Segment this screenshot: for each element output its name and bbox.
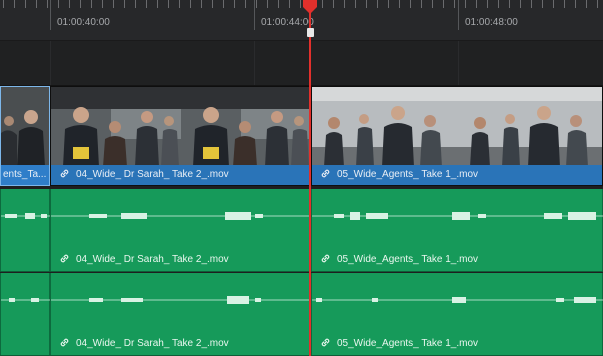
audio-clip-name: 05_Wide_Agents_ Take 1_.mov [337, 254, 479, 265]
video-clip[interactable]: 04_Wide_ Dr Sarah_ Take 2_.mov [50, 86, 310, 186]
clip-thumbnail [1, 87, 49, 167]
link-icon [321, 169, 330, 178]
video-track: ents_Ta... 04_Wide_ Dr Sarah_ Take 2_.mo… [0, 86, 603, 186]
link-icon [60, 169, 69, 178]
ruler-ticks [0, 0, 603, 8]
link-icon [60, 254, 69, 263]
audio-clip-label: 05_Wide_Agents_ Take 1_.mov [320, 253, 478, 265]
video-clip-name: 05_Wide_Agents_ Take 1_.mov [337, 169, 479, 180]
link-icon [321, 338, 330, 347]
audio-waveform [51, 296, 312, 304]
timecode-label: 01:00:48:00 [465, 17, 518, 28]
video-clip-label: 04_Wide_ Dr Sarah_ Take 2_.mov [51, 165, 309, 185]
audio-waveform [1, 298, 51, 302]
grid-line [254, 41, 255, 85]
audio-waveform [51, 212, 312, 220]
audio-waveform [312, 212, 603, 220]
audio-clip-name: 05_Wide_Agents_ Take 1_.mov [337, 338, 479, 349]
timecode-label: 01:00:40:00 [57, 17, 110, 28]
grid-line [458, 41, 459, 85]
audio-clip[interactable]: 05_Wide_Agents_ Take 1_.mov [311, 189, 603, 271]
video-clip-label: 05_Wide_Agents_ Take 1_.mov [312, 165, 602, 185]
audio-track: 04_Wide_ Dr Sarah_ Take 2_.mov 05_Wide_A… [0, 189, 603, 272]
audio-clip[interactable]: 05_Wide_Agents_ Take 1_.mov [311, 273, 603, 355]
video-clip-name: 04_Wide_ Dr Sarah_ Take 2_.mov [76, 169, 229, 180]
ruler-major-tick [458, 0, 459, 30]
ruler-major-tick [50, 0, 51, 30]
audio-clip-label: 04_Wide_ Dr Sarah_ Take 2_.mov [59, 253, 229, 265]
video-clip[interactable]: 05_Wide_Agents_ Take 1_.mov [311, 86, 603, 186]
grid-line [50, 41, 51, 85]
timeline-ruler[interactable]: 01:00:40:00 01:00:44:00 01:00:48:00 [0, 0, 603, 41]
playhead-line[interactable] [309, 0, 311, 356]
audio-clip-name: 04_Wide_ Dr Sarah_ Take 2_.mov [76, 254, 229, 265]
audio-clip[interactable] [0, 273, 51, 355]
audio-clip[interactable]: 04_Wide_ Dr Sarah_ Take 2_.mov [50, 273, 312, 355]
audio-waveform [312, 297, 603, 303]
audio-waveform [1, 213, 51, 219]
empty-video-track[interactable] [0, 41, 603, 86]
audio-track: 04_Wide_ Dr Sarah_ Take 2_.mov 05_Wide_A… [0, 273, 603, 356]
audio-clip[interactable] [0, 189, 51, 271]
link-icon [60, 338, 69, 347]
link-icon [321, 254, 330, 263]
playhead-icon[interactable] [303, 0, 317, 14]
ruler-major-tick [254, 0, 255, 30]
audio-clip-name: 04_Wide_ Dr Sarah_ Take 2_.mov [76, 338, 229, 349]
video-clip-label: ents_Ta... [1, 165, 49, 185]
audio-clip-label: 05_Wide_Agents_ Take 1_.mov [320, 337, 478, 349]
audio-clip[interactable]: 04_Wide_ Dr Sarah_ Take 2_.mov [50, 189, 312, 271]
video-clip[interactable]: ents_Ta... [0, 86, 50, 186]
playhead-marker-flag [307, 28, 314, 37]
audio-clip-label: 04_Wide_ Dr Sarah_ Take 2_.mov [59, 337, 229, 349]
timecode-label: 01:00:44:00 [261, 17, 314, 28]
clip-thumbnail [51, 87, 309, 167]
clip-thumbnail [312, 87, 602, 167]
